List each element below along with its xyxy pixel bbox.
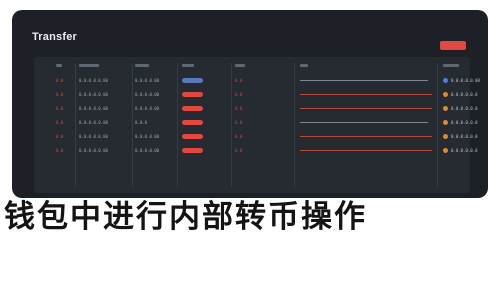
tx-hash[interactable] — [300, 150, 432, 151]
status-text: 0.0.0.0.0.0 — [451, 148, 478, 153]
row-amount: 0.0 — [235, 134, 243, 139]
column-header[interactable] — [235, 64, 245, 67]
type-badge[interactable] — [182, 78, 203, 83]
row-time: 0.0.0.0.0.00 — [79, 92, 108, 97]
status-text: 0.0.0.0.0.0 — [451, 106, 478, 111]
tx-hash[interactable] — [300, 80, 428, 81]
table-row[interactable]: 0.0 0.0.0.0.0.00 0.0.0.0.00 0.0 0.0.0.0.0.00 — [34, 75, 480, 89]
table-row[interactable]: 0.0 0.0.0.0.0.00 0.0.0.0.00 0.0 0.0.0.0.0.0 — [34, 131, 478, 145]
table-header — [34, 57, 470, 73]
status-dot-icon — [443, 78, 448, 83]
tx-hash[interactable] — [300, 108, 432, 109]
row-index: 0.0 — [56, 120, 64, 125]
column-header[interactable] — [79, 64, 99, 67]
row-amount: 0.0 — [235, 120, 243, 125]
row-index: 0.0 — [56, 134, 64, 139]
row-amount: 0.0 — [235, 92, 243, 97]
row-time: 0.0.0.0.0.00 — [79, 120, 108, 125]
status-text: 0.0.0.0.0.0 — [451, 134, 478, 139]
tx-hash[interactable] — [300, 94, 432, 95]
column-header[interactable] — [56, 64, 62, 67]
transfer-window: Transfer 0.0 0.0.0.0.0.00 0.0.0.0.00 0.0 0.0… — [12, 10, 488, 198]
status-text: 0.0.0.0.0.0 — [451, 120, 478, 125]
row-index: 0.0 — [56, 92, 64, 97]
row-tag: 0.0.0.0.00 — [135, 106, 160, 111]
row-time: 0.0.0.0.0.00 — [79, 106, 108, 111]
row-amount: 0.0 — [235, 106, 243, 111]
type-badge[interactable] — [182, 106, 203, 111]
row-time: 0.0.0.0.0.00 — [79, 78, 108, 83]
tx-hash[interactable] — [300, 136, 432, 137]
caption-text: 钱包中进行内部转币操作 — [4, 199, 367, 235]
column-header[interactable] — [300, 64, 308, 67]
table-row[interactable]: 0.0 0.0.0.0.0.00 0.0.0.0.00 0.0 0.0.0.0.0.0 — [34, 103, 478, 117]
row-tag: 0.0.0.0.00 — [135, 78, 160, 83]
status-dot-icon — [443, 92, 448, 97]
status-text: 0.0.0.0.0.00 — [451, 78, 480, 83]
row-tag: 0.0.0.0.00 — [135, 134, 160, 139]
row-amount: 0.0 — [235, 148, 243, 153]
table-row[interactable]: 0.0 0.0.0.0.0.00 0.0.0 0.0 0.0.0.0.0.0 — [34, 117, 478, 131]
status-text: 0.0.0.0.0.0 — [451, 92, 478, 97]
page-title: Transfer — [32, 31, 78, 43]
row-tag: 0.0.0 — [135, 120, 148, 125]
type-badge[interactable] — [182, 134, 203, 139]
status-dot-icon — [443, 134, 448, 139]
status-dot-icon — [443, 148, 448, 153]
column-header[interactable] — [443, 64, 459, 67]
row-tag: 0.0.0.0.00 — [135, 148, 160, 153]
row-index: 0.0 — [56, 78, 64, 83]
row-tag: 0.0.0.0.00 — [135, 92, 160, 97]
table-row[interactable]: 0.0 0.0.0.0.0.00 0.0.0.0.00 0.0 0.0.0.0.0.0 — [34, 145, 478, 159]
row-time: 0.0.0.0.0.00 — [79, 134, 108, 139]
row-index: 0.0 — [56, 106, 64, 111]
transfer-table: 0.0 0.0.0.0.0.00 0.0.0.0.00 0.0 0.0.0.0.0.00… — [34, 57, 480, 193]
row-time: 0.0.0.0.0.00 — [79, 148, 108, 153]
column-header[interactable] — [135, 64, 149, 67]
status-dot-icon — [443, 120, 448, 125]
status-dot-icon — [443, 106, 448, 111]
type-badge[interactable] — [182, 92, 203, 97]
new-transfer-button[interactable] — [440, 41, 466, 50]
row-amount: 0.0 — [235, 78, 243, 83]
type-badge[interactable] — [182, 120, 203, 125]
column-header[interactable] — [182, 64, 194, 67]
row-index: 0.0 — [56, 148, 64, 153]
tx-hash[interactable] — [300, 122, 428, 123]
type-badge[interactable] — [182, 148, 203, 153]
table-row[interactable]: 0.0 0.0.0.0.0.00 0.0.0.0.00 0.0 0.0.0.0.0.0 — [34, 89, 478, 103]
